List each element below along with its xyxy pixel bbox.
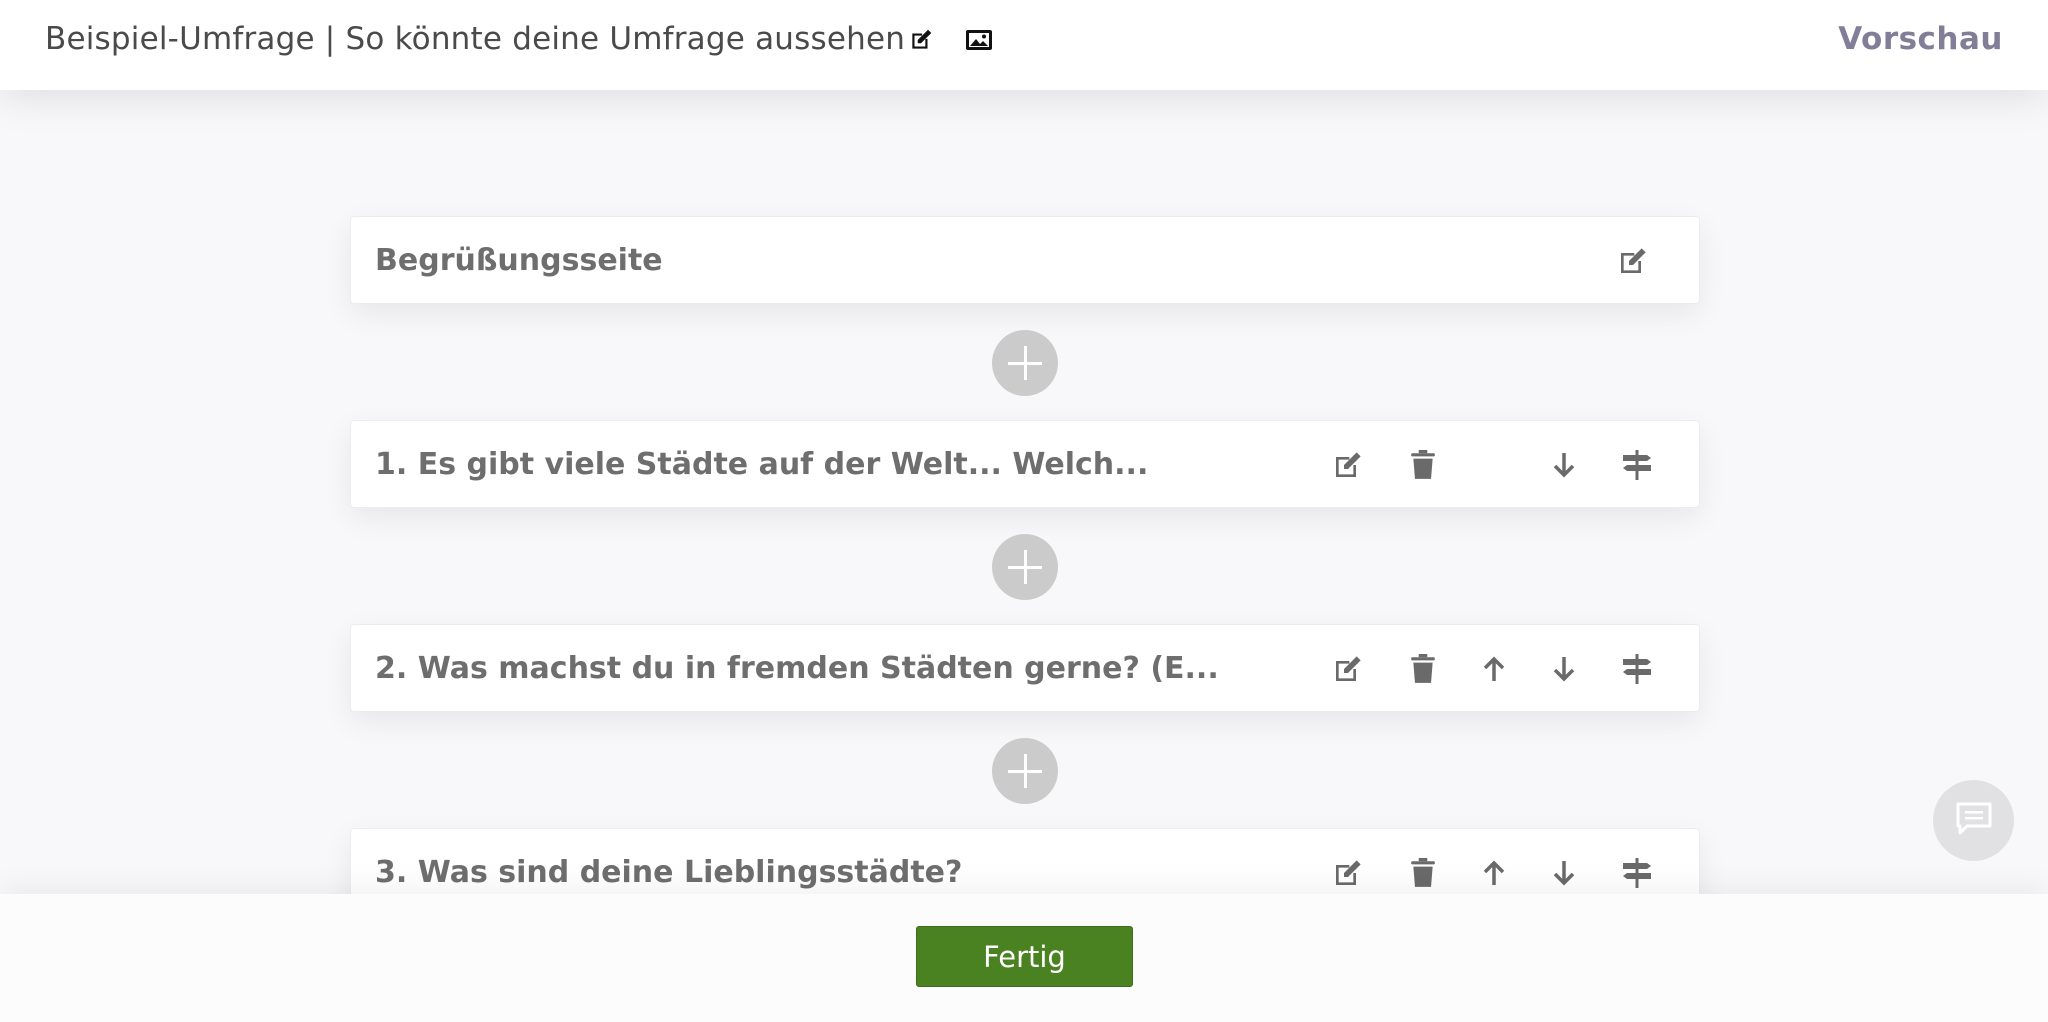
edit-icon[interactable]	[1615, 244, 1651, 278]
preview-link[interactable]: Vorschau	[1838, 21, 2003, 57]
signpost-icon[interactable]	[1619, 448, 1655, 482]
arrow-up-icon[interactable]	[1476, 652, 1512, 686]
signpost-icon[interactable]	[1619, 856, 1655, 890]
welcome-card[interactable]: Begrüßungsseite	[350, 216, 1700, 304]
top-bar: Beispiel-Umfrage | So könnte deine Umfra…	[0, 0, 2048, 90]
trash-icon[interactable]	[1405, 856, 1441, 890]
add-question-button[interactable]	[992, 330, 1058, 396]
add-question-button[interactable]	[992, 534, 1058, 600]
chat-button[interactable]	[1933, 780, 2014, 861]
done-button[interactable]: Fertig	[916, 926, 1133, 987]
edit-icon[interactable]	[1330, 652, 1366, 686]
bottom-bar: Fertig	[0, 894, 2048, 1022]
survey-editor: Begrüßungsseite 1. Es gibt viele Städte …	[0, 90, 2048, 894]
chat-icon	[1955, 801, 1993, 841]
image-icon[interactable]	[964, 25, 994, 55]
question-title: 1. Es gibt viele Städte auf der Welt... …	[375, 447, 1149, 482]
add-question-button[interactable]	[992, 738, 1058, 804]
survey-title: Beispiel-Umfrage | So könnte deine Umfra…	[45, 21, 906, 57]
arrow-down-icon[interactable]	[1546, 856, 1582, 890]
question-card-2[interactable]: 2. Was machst du in fremden Städten gern…	[350, 624, 1700, 712]
trash-icon[interactable]	[1405, 448, 1441, 482]
question-card-3[interactable]: 3. Was sind deine Lieblingsstädte?	[350, 828, 1700, 894]
question-title: 2. Was machst du in fremden Städten gern…	[375, 651, 1219, 686]
welcome-title: Begrüßungsseite	[375, 243, 663, 278]
edit-icon[interactable]	[1330, 448, 1366, 482]
question-card-1[interactable]: 1. Es gibt viele Städte auf der Welt... …	[350, 420, 1700, 508]
question-title: 3. Was sind deine Lieblingsstädte?	[375, 855, 963, 890]
edit-icon[interactable]	[906, 25, 936, 55]
arrow-down-icon[interactable]	[1546, 448, 1582, 482]
arrow-down-icon[interactable]	[1546, 652, 1582, 686]
arrow-up-icon[interactable]	[1476, 856, 1512, 890]
trash-icon[interactable]	[1405, 652, 1441, 686]
signpost-icon[interactable]	[1619, 652, 1655, 686]
edit-icon[interactable]	[1330, 856, 1366, 890]
